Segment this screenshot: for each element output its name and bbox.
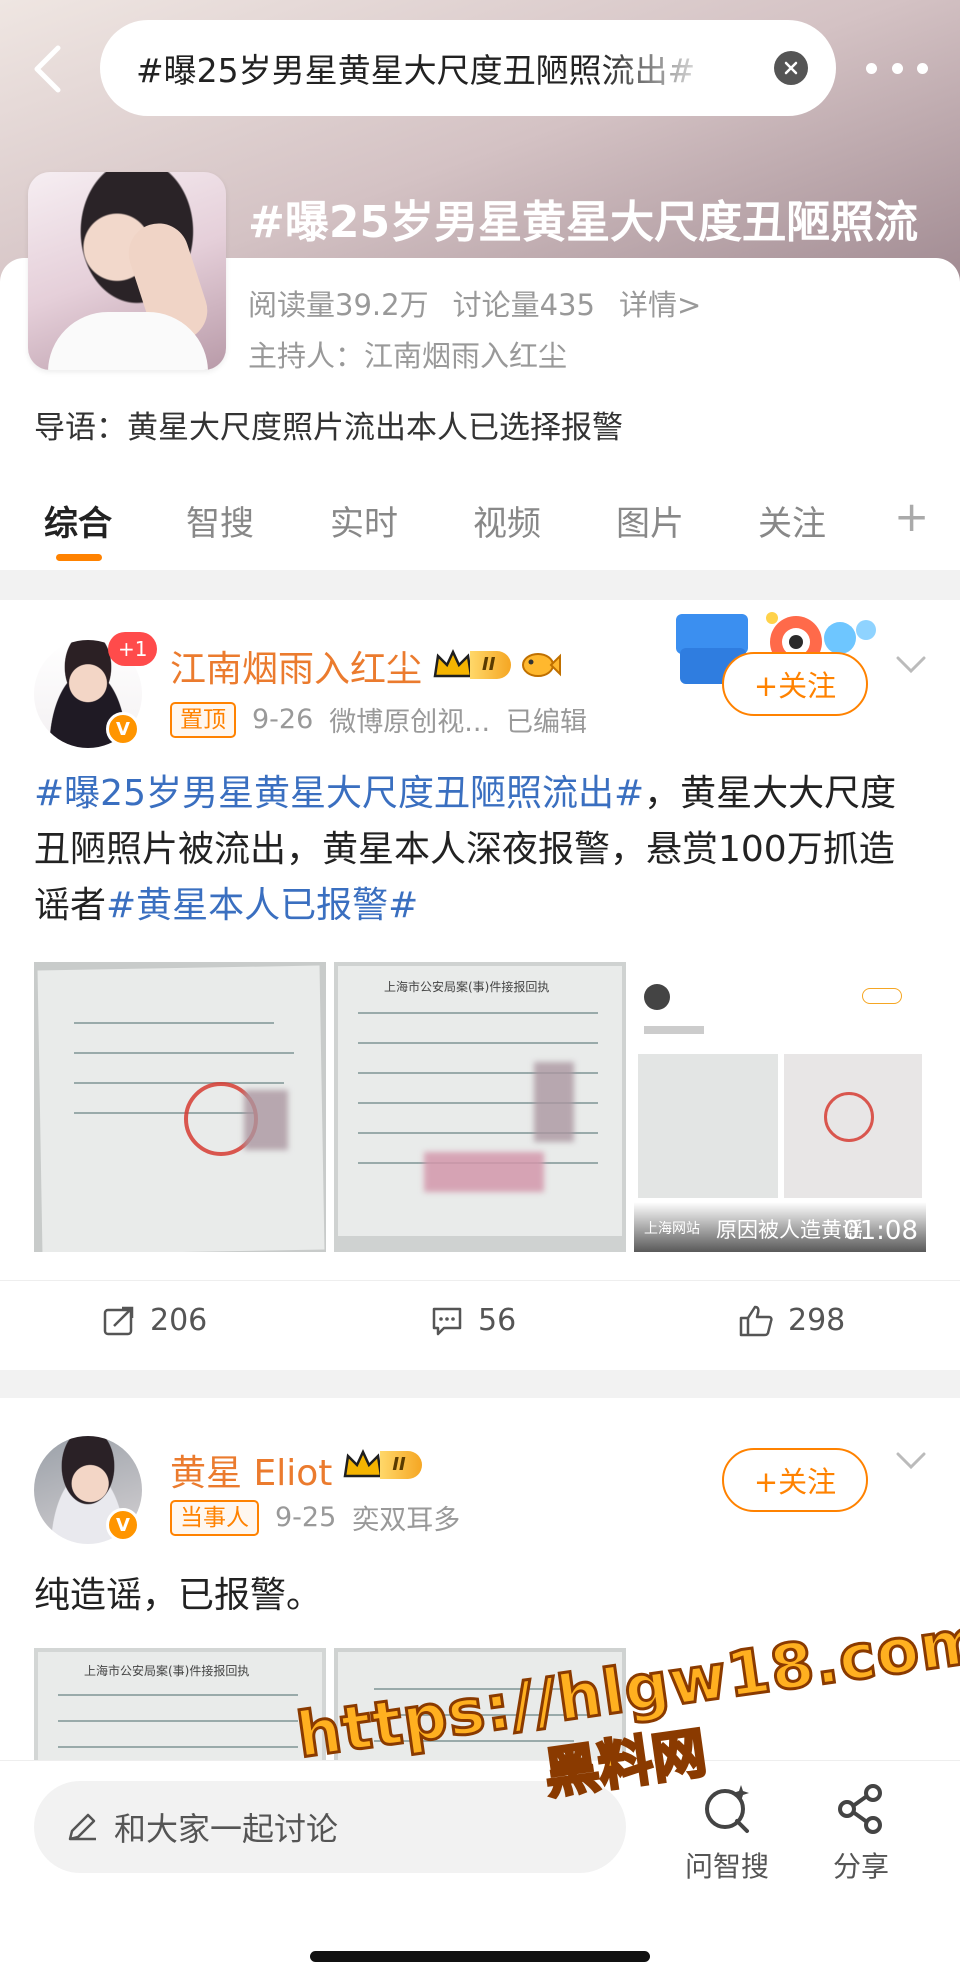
post-meta: 当事人 9-25 奕双耳多 (170, 1498, 460, 1537)
chevron-down-icon[interactable] (896, 656, 926, 674)
post-image[interactable] (34, 962, 326, 1252)
verified-badge-icon: V (106, 712, 140, 746)
video-duration: 01:08 (843, 1216, 918, 1246)
topic-cover-image[interactable] (28, 172, 226, 370)
repost-count: 206 (150, 1303, 208, 1338)
follow-button[interactable]: +关注 (722, 1448, 868, 1512)
post-text: #曝25岁男星黄星大尺度丑陋照流出#，黄星大大尺度丑陋照片被流出，黄星本人深夜报… (34, 766, 926, 934)
hashtag-link[interactable]: #曝25岁男星黄星大尺度丑陋照流出# (34, 773, 644, 814)
topic-title: #曝25岁男星黄星大尺度丑陋照流出# (248, 197, 918, 248)
level-label: II (470, 651, 512, 679)
comment-count: 56 (478, 1303, 517, 1338)
tab-comprehensive[interactable]: 综合 (44, 496, 112, 545)
close-icon (784, 61, 798, 75)
crown-icon (343, 1449, 383, 1478)
discussion-count: 讨论量435 (452, 288, 595, 322)
party-tag: 当事人 (170, 1499, 259, 1536)
post-image[interactable]: 上海市公安局案(事)件接报回执 (334, 962, 626, 1252)
ask-smart-search-button[interactable]: 问智搜 (672, 1781, 782, 1885)
crown-icon (433, 649, 473, 678)
add-tab-icon[interactable]: + (894, 492, 929, 541)
post-actions: 206 56 298 (0, 1280, 960, 1370)
read-count: 阅读量39.2万 (248, 288, 429, 322)
search-bar[interactable]: #曝25岁男星黄星大尺度丑陋照流出# (100, 20, 836, 116)
tab-realtime[interactable]: 实时 (330, 496, 398, 545)
topic-guide: 导语：黄星大尺度照片流出本人已选择报警 (34, 410, 623, 446)
more-dot-icon (866, 62, 877, 74)
post-video[interactable]: 上海网站 原因被人造黄谣 01:08 (634, 962, 926, 1252)
tab-video[interactable]: 视频 (473, 496, 541, 545)
search-input[interactable]: #曝25岁男星黄星大尺度丑陋照流出# (136, 44, 716, 92)
topic-host[interactable]: 主持人：江南烟雨入红尘 (248, 333, 567, 375)
member-level-badge: II (342, 1448, 422, 1482)
pinned-tag: 置顶 (170, 701, 236, 738)
more-dot-icon (891, 62, 903, 74)
repost-button[interactable]: 206 (102, 1303, 207, 1338)
clear-search-button[interactable] (774, 51, 808, 85)
verified-badge-icon: V (106, 1508, 140, 1542)
post-meta: 置顶 9-26 微博原创视... 已编辑 (170, 700, 587, 739)
post-date: 9-25 (275, 1502, 337, 1533)
ask-label: 问智搜 (684, 1850, 769, 1883)
tab-bar: 综合 智搜 实时 视频 图片 关注 + (0, 470, 960, 570)
comment-icon (432, 1307, 462, 1335)
details-link[interactable]: 详情> (619, 288, 701, 322)
comment-button[interactable]: 56 (430, 1303, 516, 1338)
post-image[interactable]: 上海市公安局案(事)件接报回执 (34, 1648, 326, 1760)
level-label: II (380, 1451, 422, 1479)
tab-smart-search[interactable]: 智搜 (186, 496, 254, 545)
thumbs-up-icon (739, 1305, 773, 1336)
more-options-button[interactable] (866, 50, 928, 86)
post-date: 9-26 (252, 704, 314, 735)
share-icon (838, 1784, 882, 1834)
home-indicator (310, 1951, 650, 1962)
share-label: 分享 (832, 1850, 889, 1883)
author-name[interactable]: 江南烟雨入红尘 (170, 640, 422, 692)
comment-placeholder: 和大家一起讨论 (114, 1810, 339, 1848)
back-button[interactable] (24, 40, 70, 98)
author-name[interactable]: 黄星 Eliot (170, 1444, 332, 1496)
repost-icon (103, 1306, 134, 1335)
like-button[interactable]: 298 (738, 1303, 845, 1338)
follow-button[interactable]: +关注 (722, 652, 868, 716)
tab-images[interactable]: 图片 (616, 496, 684, 545)
fish-badge-icon (522, 653, 562, 677)
chevron-down-icon[interactable] (896, 1452, 926, 1470)
post-source: 奕双耳多 (352, 1505, 461, 1536)
member-level-badge: II (432, 648, 512, 682)
new-post-badge: +1 (108, 632, 158, 666)
post-source: 微博原创视... (329, 707, 491, 738)
tab-following[interactable]: 关注 (758, 496, 826, 545)
hashtag-link[interactable]: #黄星本人已报警# (106, 885, 418, 926)
back-arrow-icon (34, 45, 61, 93)
share-button[interactable]: 分享 (806, 1781, 916, 1885)
edited-label: 已编辑 (506, 707, 588, 738)
video-caption: 原因被人造黄谣 (716, 1218, 863, 1242)
more-dot-icon (917, 62, 928, 74)
like-count: 298 (788, 1303, 846, 1338)
topic-stats: 阅读量39.2万 讨论量435 详情> (248, 282, 725, 324)
active-tab-indicator (56, 554, 102, 561)
pencil-icon (68, 1813, 96, 1841)
post-text: 纯造谣，已报警。 (34, 1575, 323, 1616)
